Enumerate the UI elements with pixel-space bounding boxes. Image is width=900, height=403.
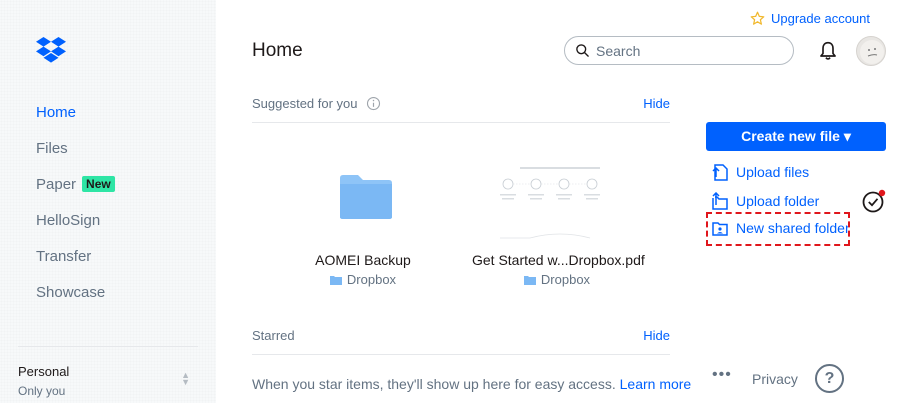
- upgrade-account-link[interactable]: Upgrade account: [750, 11, 870, 26]
- privacy-link[interactable]: Privacy: [752, 371, 798, 387]
- sidebar-item-hellosign[interactable]: HelloSign: [36, 202, 115, 238]
- more-options-button[interactable]: •••: [712, 366, 732, 384]
- sidebar-item-files[interactable]: Files: [36, 130, 115, 166]
- folder-small-icon: [523, 275, 536, 285]
- page-title: Home: [252, 40, 303, 61]
- help-button[interactable]: ?: [815, 364, 844, 393]
- account-name: Personal: [18, 364, 70, 379]
- bell-icon[interactable]: [818, 40, 838, 62]
- search-box[interactable]: [564, 36, 794, 65]
- learn-more-link[interactable]: Learn more: [620, 376, 692, 392]
- chevron-updown-icon: ▲ ▼: [181, 370, 190, 387]
- search-icon: [576, 44, 589, 57]
- starred-label: Starred: [252, 328, 295, 343]
- pdf-thumbnail[interactable]: [490, 160, 630, 245]
- sidebar-item-paper[interactable]: Paper New: [36, 166, 115, 202]
- suggested-header: Suggested for you Hide: [252, 96, 670, 111]
- avatar[interactable]: [856, 36, 886, 66]
- star-icon: [750, 11, 765, 25]
- item-location: Dropbox: [472, 272, 642, 287]
- upload-folder-icon: [712, 192, 728, 210]
- search-input[interactable]: [596, 42, 776, 59]
- upload-folder-action[interactable]: Upload folder: [712, 192, 819, 210]
- upload-file-icon: [712, 164, 728, 181]
- suggested-item-aomei-backup[interactable]: AOMEI Backup Dropbox: [278, 252, 448, 287]
- avatar-face-icon: [860, 40, 884, 64]
- starred-header: Starred Hide: [252, 328, 670, 343]
- sidebar-item-showcase[interactable]: Showcase: [36, 274, 115, 310]
- item-title: Get Started w...Dropbox.pdf: [472, 252, 645, 268]
- highlight-dashed-box: [706, 212, 850, 246]
- suggested-item-get-started-pdf[interactable]: Get Started w...Dropbox.pdf Dropbox: [472, 252, 645, 287]
- account-sub: Only you: [18, 384, 66, 398]
- starred-empty-message: When you star items, they'll show up her…: [252, 376, 692, 392]
- starred-hide-button[interactable]: Hide: [643, 328, 670, 343]
- sidebar-divider: [18, 346, 198, 347]
- sidebar: Home Files Paper New HelloSign Transfer S…: [0, 0, 216, 403]
- sidebar-nav: Home Files Paper New HelloSign Transfer S…: [36, 94, 115, 310]
- create-new-file-button[interactable]: Create new file ▾: [706, 122, 886, 151]
- account-switcher[interactable]: Personal Only you ▲ ▼: [18, 364, 198, 398]
- item-location: Dropbox: [278, 272, 448, 287]
- suggested-hide-button[interactable]: Hide: [643, 96, 670, 111]
- suggested-label: Suggested for you: [252, 96, 358, 111]
- info-icon[interactable]: [366, 96, 381, 111]
- item-title: AOMEI Backup: [315, 252, 411, 268]
- divider: [252, 122, 670, 123]
- sidebar-item-home[interactable]: Home: [36, 94, 115, 130]
- new-badge: New: [82, 176, 115, 192]
- folder-icon[interactable]: [338, 172, 394, 220]
- upload-files-action[interactable]: Upload files: [712, 163, 809, 181]
- divider: [252, 354, 670, 355]
- check-notification-icon[interactable]: [862, 189, 886, 213]
- dropbox-logo-icon[interactable]: [36, 36, 66, 64]
- pdf-preview-graphic: [500, 167, 600, 239]
- sidebar-item-transfer[interactable]: Transfer: [36, 238, 115, 274]
- folder-small-icon: [329, 275, 342, 285]
